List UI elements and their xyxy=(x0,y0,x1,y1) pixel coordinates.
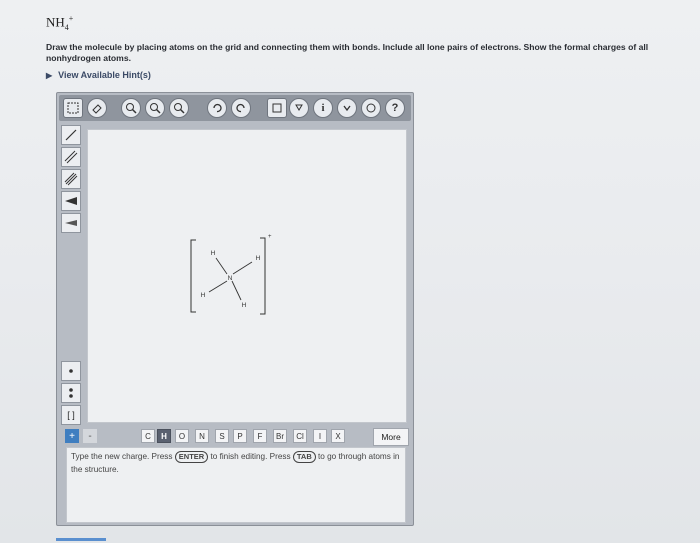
increase-charge-button[interactable]: + xyxy=(65,429,79,443)
formula: NH4+ xyxy=(46,14,74,32)
bond-left xyxy=(208,280,228,293)
atom-n: N xyxy=(228,275,233,282)
hash-bond-icon[interactable] xyxy=(61,213,81,233)
double-bond-icon[interactable] xyxy=(61,147,81,167)
editor-toolbar: i ? xyxy=(59,95,411,121)
wedge-bond-icon[interactable] xyxy=(61,191,81,211)
zoom-in-icon[interactable] xyxy=(169,98,189,118)
atom-h-button[interactable]: H xyxy=(157,429,171,443)
question-prompt: Draw the molecule by placing atoms on th… xyxy=(46,42,649,63)
single-bond-icon[interactable] xyxy=(61,125,81,145)
triple-bond-icon[interactable] xyxy=(61,169,81,189)
atom-h-right: H xyxy=(256,255,261,262)
caret-right-icon: ▶ xyxy=(46,71,53,80)
ammonium-structure: N H H H H + xyxy=(190,234,272,315)
drawing-canvas[interactable]: N H H H H + xyxy=(87,129,407,423)
radical-icon[interactable] xyxy=(61,361,81,381)
atom-h-bottom: H xyxy=(242,302,247,309)
select-icon[interactable] xyxy=(63,98,83,118)
info-icon[interactable]: i xyxy=(313,98,333,118)
atom-toolbar: + - C H O N S P F Br Cl I X More xyxy=(59,427,411,446)
left-bracket xyxy=(190,239,196,313)
template-icon[interactable] xyxy=(267,98,287,118)
atom-n-button[interactable]: N xyxy=(195,429,209,443)
periodic-icon[interactable] xyxy=(289,98,309,118)
bond-toolbar: [ ] xyxy=(61,125,83,425)
atom-h-top: H xyxy=(211,250,216,257)
atom-x-button[interactable]: X xyxy=(331,429,345,443)
hint-link[interactable]: ▶ View Available Hint(s) xyxy=(46,70,151,80)
help-icon[interactable]: ? xyxy=(385,98,405,118)
eraser-icon[interactable] xyxy=(87,98,107,118)
enter-key: ENTER xyxy=(174,451,209,463)
undo-icon[interactable] xyxy=(207,98,227,118)
bracket-charge: + xyxy=(268,234,272,240)
instruction-box: Type the new charge. Press ENTER to fini… xyxy=(66,447,406,523)
bond-right xyxy=(232,261,253,275)
zoom-out-icon[interactable] xyxy=(121,98,141,118)
chevron-down-icon[interactable] xyxy=(337,98,357,118)
atom-c-button[interactable]: C xyxy=(141,429,155,443)
atom-f-button[interactable]: F xyxy=(253,429,267,443)
atom-s-button[interactable]: S xyxy=(215,429,229,443)
tab-key: TAB xyxy=(292,451,316,463)
atom-cl-button[interactable]: Cl xyxy=(293,429,307,443)
atom-p-button[interactable]: P xyxy=(233,429,247,443)
submit-button-edge[interactable] xyxy=(56,538,106,541)
atom-i-button[interactable]: I xyxy=(313,429,327,443)
expand-icon[interactable] xyxy=(361,98,381,118)
molecule-editor: i ? [ ] N H H H H + + - C H O N S P F Br… xyxy=(56,92,414,526)
bond-top xyxy=(215,257,228,275)
lone-pair-icon[interactable] xyxy=(61,383,81,403)
atom-o-button[interactable]: O xyxy=(175,429,189,443)
decrease-charge-button[interactable]: - xyxy=(83,429,97,443)
zoom-reset-icon[interactable] xyxy=(145,98,165,118)
atom-br-button[interactable]: Br xyxy=(273,429,287,443)
brackets-icon[interactable]: [ ] xyxy=(61,405,81,425)
more-atoms-button[interactable]: More xyxy=(373,428,409,446)
right-bracket xyxy=(260,237,266,315)
atom-h-left: H xyxy=(201,292,206,299)
bond-bottom xyxy=(231,280,242,301)
redo-icon[interactable] xyxy=(231,98,251,118)
